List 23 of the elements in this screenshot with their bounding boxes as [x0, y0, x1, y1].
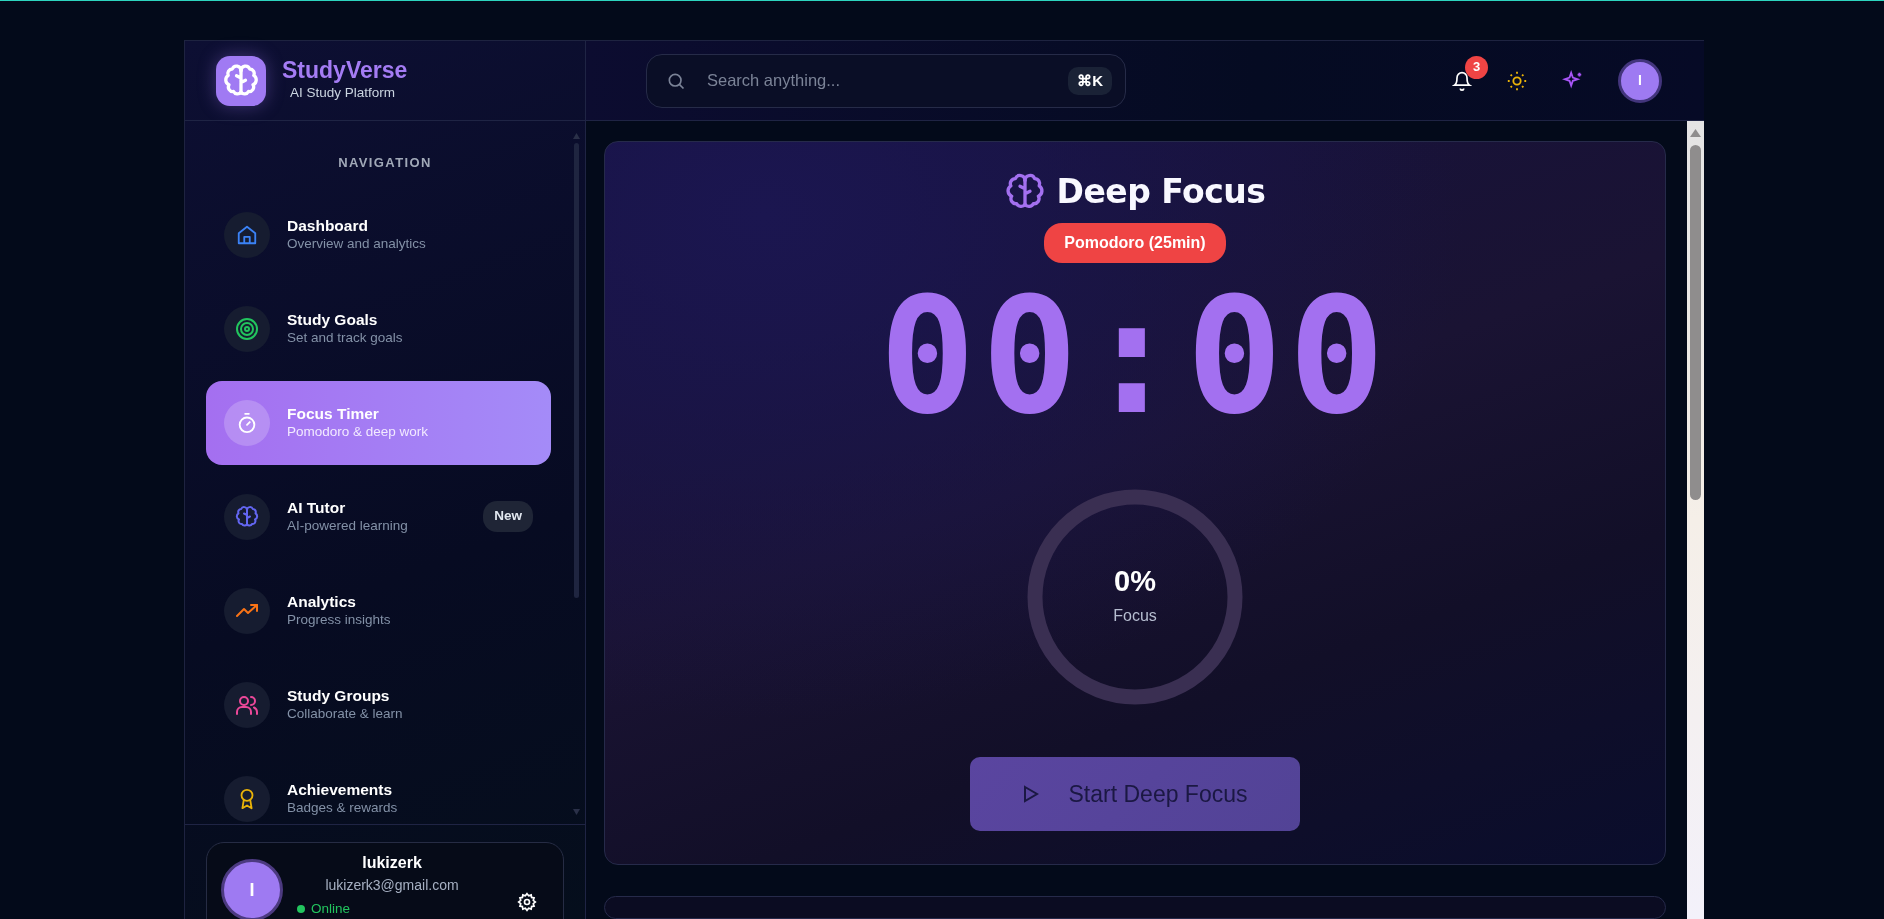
- theme-button[interactable]: [1506, 69, 1528, 92]
- status-text: Online: [311, 899, 351, 918]
- nav-item[interactable]: Study Groups Collaborate & learn: [206, 662, 551, 747]
- brand-name: StudyVerse: [282, 57, 408, 83]
- user-email: lukizerk3@gmail.com: [324, 876, 460, 895]
- nav-item[interactable]: AI Tutor AI-powered learning New: [206, 474, 551, 559]
- play-icon: [1022, 785, 1039, 803]
- user-name: lukizerk: [361, 853, 423, 873]
- mode-badge: Pomodoro (25min): [1044, 223, 1226, 263]
- nav-item[interactable]: Study Goals Set and track goals: [206, 286, 551, 371]
- brand-tagline: AI Study Platform: [289, 84, 397, 102]
- notification-count: 3: [1465, 55, 1488, 79]
- section-heading: NAVIGATION: [337, 154, 433, 172]
- notification-button[interactable]: [1452, 69, 1472, 92]
- nav-item[interactable]: Dashboard Overview and analytics: [206, 192, 551, 277]
- nav-item[interactable]: Achievements Badges & rewards: [206, 756, 551, 824]
- focus-title: Deep Focus: [1056, 172, 1266, 212]
- new-badge: New: [483, 501, 533, 532]
- focus-label: Focus: [1113, 605, 1157, 626]
- focus-percentage: 0%: [1114, 566, 1156, 598]
- brain-logo: [216, 55, 266, 106]
- timer-display: 00:00: [879, 277, 1391, 437]
- nav-item[interactable]: Analytics Progress insights: [206, 568, 551, 653]
